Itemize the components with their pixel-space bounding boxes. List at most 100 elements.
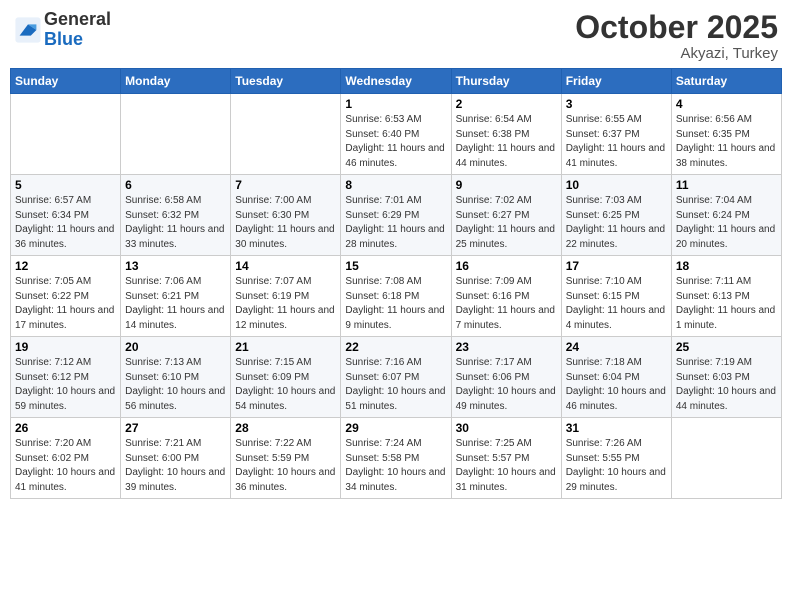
day-info: Sunrise: 7:18 AMSunset: 6:04 PMDaylight:… (566, 356, 667, 414)
calendar-cell: 29Sunrise: 7:24 AMSunset: 5:58 PMDayligh… (341, 418, 451, 499)
calendar-cell: 17 Sunrise: 7:10 AMSunset: 6:15 PMDayligh… (561, 256, 671, 337)
day-number: 19 (15, 340, 116, 354)
calendar-cell (11, 94, 121, 175)
calendar-table: SundayMondayTuesdayWednesdayThursdayFrid… (10, 68, 782, 499)
day-info: Sunrise: 7:12 AMSunset: 6:12 PMDaylight:… (15, 356, 116, 414)
calendar-cell: 19 Sunrise: 7:12 AMSunset: 6:12 PMDayligh… (11, 337, 121, 418)
day-number: 26 (15, 421, 116, 435)
day-number: 8 (345, 178, 446, 192)
day-number: 6 (125, 178, 226, 192)
calendar-header: SundayMondayTuesdayWednesdayThursdayFrid… (11, 69, 782, 94)
weekday-header: Tuesday (231, 69, 341, 94)
calendar-cell (231, 94, 341, 175)
calendar-cell: 20 Sunrise: 7:13 AMSunset: 6:10 PMDayligh… (121, 337, 231, 418)
day-info: Sunrise: 7:01 AMSunset: 6:29 PMDaylight:… (345, 194, 446, 252)
calendar-cell: 10 Sunrise: 7:03 AMSunset: 6:25 PMDayligh… (561, 175, 671, 256)
calendar-cell: 13 Sunrise: 7:06 AMSunset: 6:21 PMDayligh… (121, 256, 231, 337)
day-info: Sunrise: 7:06 AMSunset: 6:21 PMDaylight:… (125, 275, 226, 333)
day-number: 23 (456, 340, 557, 354)
day-number: 12 (15, 259, 116, 273)
day-number: 17 (566, 259, 667, 273)
day-number: 16 (456, 259, 557, 273)
day-info: Sunrise: 7:22 AMSunset: 5:59 PMDaylight:… (235, 437, 336, 495)
day-number: 21 (235, 340, 336, 354)
day-info: Sunrise: 6:55 AMSunset: 6:37 PMDaylight:… (566, 113, 667, 171)
weekday-header: Wednesday (341, 69, 451, 94)
location: Akyazi, Turkey (575, 45, 778, 62)
day-info: Sunrise: 6:58 AMSunset: 6:32 PMDaylight:… (125, 194, 226, 252)
day-number: 11 (676, 178, 777, 192)
day-number: 20 (125, 340, 226, 354)
day-info: Sunrise: 7:02 AMSunset: 6:27 PMDaylight:… (456, 194, 557, 252)
day-number: 28 (235, 421, 336, 435)
day-info: Sunrise: 7:21 AMSunset: 6:00 PMDaylight:… (125, 437, 226, 495)
title-block: October 2025 Akyazi, Turkey (575, 10, 778, 62)
day-info: Sunrise: 7:08 AMSunset: 6:18 PMDaylight:… (345, 275, 446, 333)
day-number: 15 (345, 259, 446, 273)
day-number: 2 (456, 97, 557, 111)
day-number: 27 (125, 421, 226, 435)
calendar-cell: 25 Sunrise: 7:19 AMSunset: 6:03 PMDayligh… (671, 337, 781, 418)
calendar-cell: 16 Sunrise: 7:09 AMSunset: 6:16 PMDayligh… (451, 256, 561, 337)
calendar-cell: 22 Sunrise: 7:16 AMSunset: 6:07 PMDayligh… (341, 337, 451, 418)
day-info: Sunrise: 6:54 AMSunset: 6:38 PMDaylight:… (456, 113, 557, 171)
calendar-cell: 7 Sunrise: 7:00 AMSunset: 6:30 PMDaylight… (231, 175, 341, 256)
day-number: 31 (566, 421, 667, 435)
day-info: Sunrise: 6:56 AMSunset: 6:35 PMDaylight:… (676, 113, 777, 171)
day-info: Sunrise: 7:03 AMSunset: 6:25 PMDaylight:… (566, 194, 667, 252)
day-number: 18 (676, 259, 777, 273)
calendar-cell: 1 Sunrise: 6:53 AMSunset: 6:40 PMDaylight… (341, 94, 451, 175)
calendar-cell: 12Sunrise: 7:05 AMSunset: 6:22 PMDayligh… (11, 256, 121, 337)
calendar-cell: 9 Sunrise: 7:02 AMSunset: 6:27 PMDaylight… (451, 175, 561, 256)
logo-icon (14, 16, 42, 44)
weekday-header: Sunday (11, 69, 121, 94)
day-info: Sunrise: 7:17 AMSunset: 6:06 PMDaylight:… (456, 356, 557, 414)
day-number: 30 (456, 421, 557, 435)
weekday-header: Thursday (451, 69, 561, 94)
logo-line2: Blue (44, 30, 111, 50)
calendar-cell: 4 Sunrise: 6:56 AMSunset: 6:35 PMDaylight… (671, 94, 781, 175)
calendar-cell (671, 418, 781, 499)
day-number: 13 (125, 259, 226, 273)
day-number: 5 (15, 178, 116, 192)
month-title: October 2025 (575, 10, 778, 45)
day-info: Sunrise: 7:04 AMSunset: 6:24 PMDaylight:… (676, 194, 777, 252)
calendar-cell: 5 Sunrise: 6:57 AMSunset: 6:34 PMDaylight… (11, 175, 121, 256)
weekday-header: Saturday (671, 69, 781, 94)
day-number: 25 (676, 340, 777, 354)
day-number: 22 (345, 340, 446, 354)
day-info: Sunrise: 7:20 AMSunset: 6:02 PMDaylight:… (15, 437, 116, 495)
day-info: Sunrise: 7:10 AMSunset: 6:15 PMDaylight:… (566, 275, 667, 333)
day-info: Sunrise: 7:25 AMSunset: 5:57 PMDaylight:… (456, 437, 557, 495)
day-info: Sunrise: 7:15 AMSunset: 6:09 PMDaylight:… (235, 356, 336, 414)
calendar-cell: 30 Sunrise: 7:25 AMSunset: 5:57 PMDayligh… (451, 418, 561, 499)
calendar-cell: 21 Sunrise: 7:15 AMSunset: 6:09 PMDayligh… (231, 337, 341, 418)
day-info: Sunrise: 7:07 AMSunset: 6:19 PMDaylight:… (235, 275, 336, 333)
calendar-cell: 23 Sunrise: 7:17 AMSunset: 6:06 PMDayligh… (451, 337, 561, 418)
day-info: Sunrise: 7:26 AMSunset: 5:55 PMDaylight:… (566, 437, 667, 495)
day-number: 9 (456, 178, 557, 192)
day-info: Sunrise: 7:16 AMSunset: 6:07 PMDaylight:… (345, 356, 446, 414)
day-number: 24 (566, 340, 667, 354)
calendar-cell: 27 Sunrise: 7:21 AMSunset: 6:00 PMDayligh… (121, 418, 231, 499)
day-number: 7 (235, 178, 336, 192)
calendar-cell: 18 Sunrise: 7:11 AMSunset: 6:13 PMDayligh… (671, 256, 781, 337)
day-info: Sunrise: 7:13 AMSunset: 6:10 PMDaylight:… (125, 356, 226, 414)
calendar-cell: 11 Sunrise: 7:04 AMSunset: 6:24 PMDayligh… (671, 175, 781, 256)
day-info: Sunrise: 6:53 AMSunset: 6:40 PMDaylight:… (345, 113, 446, 171)
day-info: Sunrise: 6:57 AMSunset: 6:34 PMDaylight:… (15, 194, 116, 252)
calendar-cell: 26 Sunrise: 7:20 AMSunset: 6:02 PMDayligh… (11, 418, 121, 499)
page-header: General Blue October 2025 Akyazi, Turkey (10, 10, 782, 62)
calendar-cell: 15 Sunrise: 7:08 AMSunset: 6:18 PMDayligh… (341, 256, 451, 337)
calendar-cell: 2 Sunrise: 6:54 AMSunset: 6:38 PMDaylight… (451, 94, 561, 175)
weekday-header: Monday (121, 69, 231, 94)
calendar-cell: 3 Sunrise: 6:55 AMSunset: 6:37 PMDaylight… (561, 94, 671, 175)
day-info: Sunrise: 7:00 AMSunset: 6:30 PMDaylight:… (235, 194, 336, 252)
day-info: Sunrise: 7:09 AMSunset: 6:16 PMDaylight:… (456, 275, 557, 333)
day-number: 4 (676, 97, 777, 111)
day-number: 10 (566, 178, 667, 192)
day-number: 3 (566, 97, 667, 111)
day-info: Sunrise: 7:11 AMSunset: 6:13 PMDaylight:… (676, 275, 777, 333)
day-number: 1 (345, 97, 446, 111)
day-info: Sunrise: 7:19 AMSunset: 6:03 PMDaylight:… (676, 356, 777, 414)
